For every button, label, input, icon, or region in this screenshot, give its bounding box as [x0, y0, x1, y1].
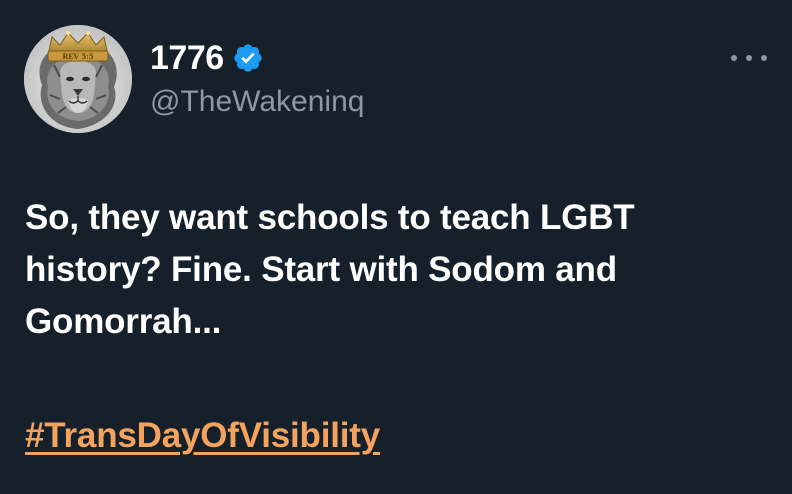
dot	[746, 55, 752, 61]
dot	[761, 55, 767, 61]
hashtag-link[interactable]: #TransDayOfVisibility	[25, 410, 380, 462]
lion-with-crown-avatar-icon: REV 5:5	[24, 25, 132, 133]
dot	[731, 55, 737, 61]
tweet-text: So, they want schools to teach LGBT hist…	[25, 198, 635, 341]
crown-text: REV 5:5	[62, 52, 93, 61]
display-name[interactable]: 1776	[150, 36, 224, 80]
tweet-card: REV 5:5 1776 @TheWakeninq So, they want …	[0, 0, 792, 494]
author-handle[interactable]: @TheWakeninq	[150, 82, 364, 122]
avatar[interactable]: REV 5:5	[24, 25, 132, 133]
author-name-row: 1776	[150, 36, 264, 80]
verified-badge-icon	[232, 42, 264, 74]
more-options-icon[interactable]	[731, 48, 767, 68]
